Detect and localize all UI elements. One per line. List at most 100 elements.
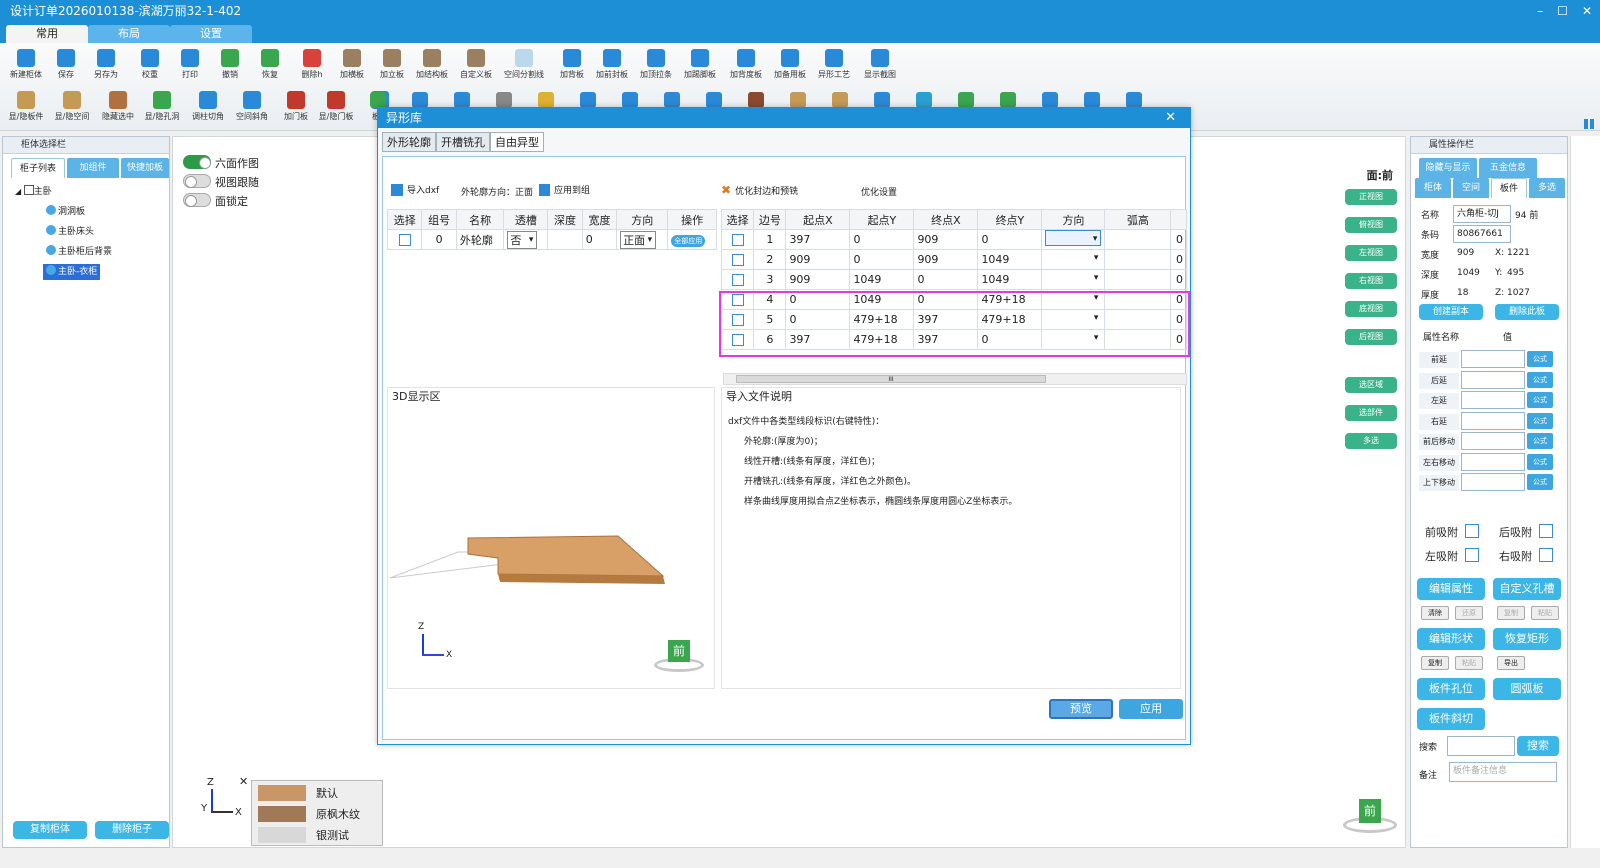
minimize-button[interactable]: –: [1537, 0, 1543, 22]
row-checkbox[interactable]: [398, 234, 411, 246]
hole-position-button[interactable]: 板件孔位: [1417, 678, 1485, 700]
toolbar-print-button[interactable]: 打印: [168, 49, 212, 80]
toolbar-extra-icon[interactable]: [958, 92, 974, 108]
tab-outline[interactable]: 外形轮廓: [382, 132, 436, 152]
formula-button[interactable]: 公式: [1527, 453, 1553, 470]
toggle-switch[interactable]: [183, 174, 211, 188]
small-action-button[interactable]: 复制: [1421, 656, 1449, 670]
tab-multi[interactable]: 多选: [1529, 178, 1565, 198]
toolbar-extra-icon[interactable]: [1084, 92, 1100, 108]
toolbar-space-split-button[interactable]: 空间分割线: [502, 49, 546, 80]
small-action-button[interactable]: 复制: [1497, 606, 1525, 620]
table-row[interactable]: 0 外轮廓 否 0 正面 全部应用: [386, 229, 717, 250]
toggle-switch[interactable]: [183, 155, 211, 169]
material-item[interactable]: 原枫木纹: [258, 805, 360, 823]
tab-cabinet-list[interactable]: 柜子列表: [11, 158, 65, 178]
view-button[interactable]: 底视图: [1345, 301, 1397, 317]
custom-hole-button[interactable]: 自定义孔槽: [1493, 578, 1561, 600]
dialog-close-icon[interactable]: ✕: [1165, 110, 1176, 125]
toolbar-extra-icon[interactable]: [622, 92, 638, 108]
formula-button[interactable]: 公式: [1527, 351, 1553, 367]
toolbar-extra-icon[interactable]: [1000, 92, 1016, 108]
row-checkbox[interactable]: [731, 314, 744, 326]
search-button[interactable]: 搜索: [1517, 736, 1559, 756]
arc-board-button[interactable]: 圆弧板: [1493, 678, 1561, 700]
toolbar-extra-icon[interactable]: [916, 92, 932, 108]
toolbar-screenshot-button[interactable]: 显示截图: [858, 49, 902, 80]
tab-hardware[interactable]: 五金信息: [1479, 158, 1537, 178]
small-action-button[interactable]: 还原: [1455, 606, 1483, 620]
toolbar-delete-button[interactable]: 删除h: [290, 49, 334, 80]
through-select[interactable]: 否: [507, 230, 538, 249]
attr-value-field[interactable]: [1461, 350, 1525, 368]
toolbar-extra-icon[interactable]: [1042, 92, 1058, 108]
close-button[interactable]: ✕: [1582, 0, 1592, 22]
dialog-view-cube[interactable]: 前: [654, 640, 704, 674]
table-row[interactable]: 4010490479+180: [720, 289, 1187, 310]
tab-board[interactable]: 板件: [1491, 178, 1527, 198]
toolbar-add-back-board-button[interactable]: 加背板: [550, 49, 594, 80]
small-action-button[interactable]: 清除: [1421, 606, 1449, 620]
toolbar-extra-icon[interactable]: [706, 92, 722, 108]
small-action-button[interactable]: 粘贴: [1531, 606, 1559, 620]
tab-quick-add-board[interactable]: 快捷加板: [121, 158, 169, 178]
3d-display-area[interactable]: 3D显示区 Z X 前: [387, 387, 715, 689]
toolbar-extra-icon[interactable]: [454, 92, 470, 108]
direction-select[interactable]: [1045, 250, 1102, 266]
select-mode-button[interactable]: 选区域: [1345, 377, 1397, 393]
toolbar-new-cabinet-button[interactable]: 新建柜体: [4, 49, 48, 80]
toolbar-toggle-board-button[interactable]: 显/隐板件: [4, 91, 48, 122]
restore-rect-button[interactable]: 恢复矩形: [1493, 628, 1561, 650]
view-button[interactable]: 正视图: [1345, 189, 1397, 205]
create-copy-button[interactable]: 创建副本: [1419, 304, 1483, 320]
table-row[interactable]: 6397479+1839700: [720, 329, 1187, 350]
toggle-switch[interactable]: [183, 193, 211, 207]
table-row[interactable]: 50479+18397479+180: [720, 309, 1187, 330]
tab-space[interactable]: 空间: [1453, 178, 1489, 198]
search-input[interactable]: [1447, 736, 1515, 756]
maximize-button[interactable]: ☐: [1557, 0, 1568, 22]
remark-input[interactable]: 板件备注信息: [1449, 762, 1557, 782]
formula-button[interactable]: 公式: [1527, 474, 1553, 490]
edit-attribute-button[interactable]: 编辑属性: [1417, 578, 1485, 600]
apply-to-group-button[interactable]: 应用到组: [539, 183, 590, 196]
toolbar-extra-icon[interactable]: [1126, 92, 1142, 108]
toolbar-save-button[interactable]: 保存: [44, 49, 88, 80]
tab-add-component[interactable]: 加组件: [67, 158, 119, 178]
delete-cabinet-button[interactable]: 删除柜子: [95, 821, 169, 839]
view-button[interactable]: 左视图: [1345, 245, 1397, 261]
table-row[interactable]: 1397090900: [720, 229, 1187, 250]
grid-icon[interactable]: [1584, 119, 1594, 129]
row-checkbox[interactable]: [731, 334, 744, 346]
tab-cabinet[interactable]: 柜体: [1415, 178, 1451, 198]
toolbar-toggle-door-button[interactable]: 显/隐门板: [314, 91, 358, 122]
tree-item[interactable]: 主卧床头: [43, 224, 97, 240]
toolbar-extra-icon[interactable]: [580, 92, 596, 108]
formula-button[interactable]: 公式: [1527, 371, 1553, 388]
tree-item[interactable]: 主卧柜后背景: [43, 244, 115, 260]
tab-settings[interactable]: 设置: [170, 25, 252, 43]
attr-value-field[interactable]: [1461, 432, 1525, 450]
toolbar-add-structure-board-button[interactable]: 加结构板: [410, 49, 454, 80]
tree-root[interactable]: ◢ 主卧: [15, 184, 52, 200]
attr-value-field[interactable]: [1461, 411, 1525, 430]
small-action-button[interactable]: 粘贴: [1455, 656, 1483, 670]
direction-select[interactable]: [1045, 290, 1102, 306]
direction-select[interactable]: [1045, 330, 1102, 346]
toolbar-add-front-seal-button[interactable]: 加前封板: [590, 49, 634, 80]
view-button[interactable]: 右视图: [1345, 273, 1397, 289]
tab-common[interactable]: 常用: [6, 25, 88, 43]
attr-value-field[interactable]: [1461, 452, 1525, 471]
table-row[interactable]: 2909090910490: [720, 249, 1187, 270]
direction-select[interactable]: [1045, 310, 1102, 326]
toolbar-extra-icon[interactable]: [790, 92, 806, 108]
attr-value-field[interactable]: [1461, 473, 1525, 491]
snap-checkbox[interactable]: [1539, 524, 1553, 538]
view-button[interactable]: 俯视图: [1345, 217, 1397, 233]
barcode-field[interactable]: 80867661: [1453, 225, 1511, 243]
formula-button[interactable]: 公式: [1527, 412, 1553, 429]
direction-select[interactable]: [1045, 230, 1102, 246]
snap-checkbox[interactable]: [1465, 548, 1479, 562]
formula-button[interactable]: 公式: [1527, 392, 1553, 408]
apply-button[interactable]: 应用: [1119, 699, 1183, 719]
